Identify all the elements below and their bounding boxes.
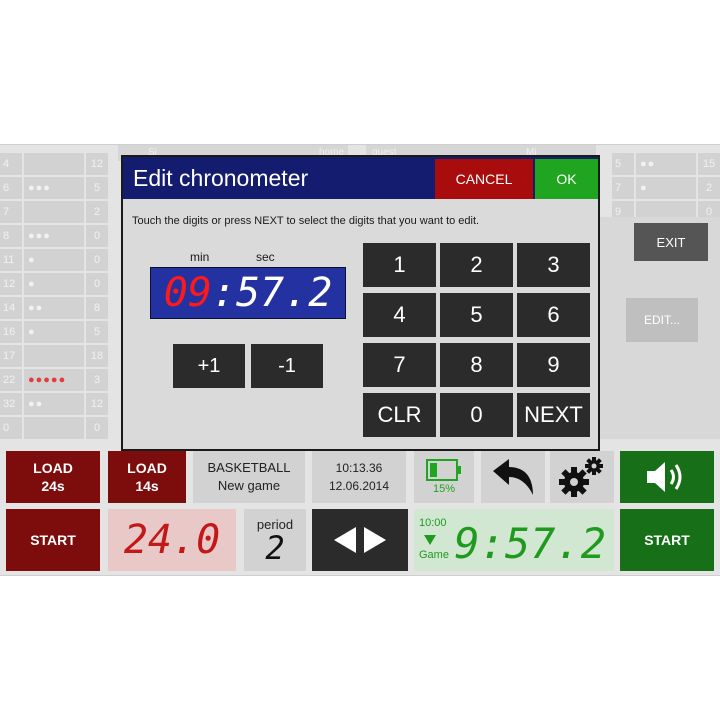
game-info[interactable]: BASKETBALL New game — [193, 451, 305, 503]
plus-one-button[interactable]: +1 — [173, 344, 245, 388]
edit-button[interactable]: EDIT... — [626, 298, 698, 342]
dialog-instruction: Touch the digits or press NEXT to select… — [132, 215, 480, 227]
cancel-button[interactable]: CANCEL — [435, 159, 533, 199]
battery-icon — [426, 459, 461, 481]
load-14s-button[interactable]: LOAD 14s — [108, 451, 186, 503]
datetime-display: 10:13.36 12.06.2014 — [312, 451, 406, 503]
game-clock-value: 9:57.2 — [454, 519, 606, 568]
home-player-list: 4 12 6 ●●● 5 72 8 ●●● 0 11 ● 0 12 ● 0 14 ●● 8 16 ● 5 … — [0, 153, 108, 441]
player-row[interactable]: 12 ● 0 — [0, 273, 108, 295]
key-3-button[interactable]: 3 — [517, 243, 590, 287]
scoreboard-screen: Si home guest Mi 4 12 6 ●●● 5 72 8 ●●● 0 11 ● 0 1… — [0, 144, 720, 576]
key-7-button[interactable]: 7 — [363, 343, 436, 387]
battery-status: 15% — [414, 451, 474, 503]
current-time: 10:13.36 — [335, 461, 383, 475]
arrows-left-right-icon — [334, 527, 386, 553]
player-row[interactable]: 32 ●● 12 — [0, 393, 108, 415]
undo-button[interactable] — [481, 451, 545, 503]
direction-toggle-button[interactable] — [312, 509, 408, 571]
chrono-minutes-digits[interactable]: 09 — [164, 273, 212, 313]
current-date: 12.06.2014 — [328, 479, 390, 493]
sec-label: sec — [256, 250, 275, 264]
triangle-down-icon — [424, 535, 436, 545]
start-shot-clock-button[interactable]: START — [6, 509, 100, 571]
game-clock-display[interactable]: 10:00 Game 9:57.2 — [414, 509, 614, 571]
game-label: Game — [419, 549, 449, 561]
key-2-button[interactable]: 2 — [440, 243, 513, 287]
player-row[interactable]: 8 ●●● 0 — [0, 225, 108, 247]
minus-one-button[interactable]: -1 — [251, 344, 323, 388]
shot-clock-value: 24.0 — [123, 517, 221, 563]
settings-button[interactable] — [550, 451, 614, 503]
clear-button[interactable]: CLR — [363, 393, 436, 437]
game-name: New game — [217, 478, 281, 493]
edit-chronometer-dialog: Edit chronometer CANCEL OK Touch the dig… — [121, 155, 600, 451]
key-5-button[interactable]: 5 — [440, 293, 513, 337]
speaker-icon — [647, 462, 682, 492]
player-row[interactable]: 7 ● 2 — [612, 177, 720, 199]
key-4-button[interactable]: 4 — [363, 293, 436, 337]
game-preset: 10:00 — [419, 517, 447, 529]
sport-label: BASKETBALL — [207, 460, 291, 475]
sound-button[interactable] — [620, 451, 714, 503]
exit-button[interactable]: EXIT — [634, 223, 708, 261]
player-row[interactable]: 16 ● 5 — [0, 321, 108, 343]
undo-arrow-icon — [493, 459, 533, 495]
guest-player-list: 5 ●● 15 7 ● 2 90 — [612, 153, 720, 225]
battery-percent: 15% — [432, 483, 456, 495]
player-row[interactable]: 14 ●● 8 — [0, 297, 108, 319]
min-label: min — [190, 250, 210, 264]
next-button[interactable]: NEXT — [517, 393, 590, 437]
chronometer-display[interactable]: 09:57.2 — [150, 267, 346, 319]
player-row[interactable]: 72 — [0, 201, 108, 223]
start-game-clock-button[interactable]: START — [620, 509, 714, 571]
ok-button[interactable]: OK — [535, 159, 598, 199]
key-1-button[interactable]: 1 — [363, 243, 436, 287]
gears-icon — [559, 457, 603, 497]
load-24s-button[interactable]: LOAD 24s — [6, 451, 100, 503]
period-display[interactable]: period 2 — [244, 509, 306, 571]
player-row[interactable]: 22 ●●●●● 3 — [0, 369, 108, 391]
player-row[interactable]: 4 12 — [0, 153, 108, 175]
player-row[interactable]: 17 18 — [0, 345, 108, 367]
key-0-button[interactable]: 0 — [440, 393, 513, 437]
chrono-seconds-digits[interactable]: :57.2 — [212, 273, 332, 313]
key-8-button[interactable]: 8 — [440, 343, 513, 387]
player-row[interactable]: 5 ●● 15 — [612, 153, 720, 175]
key-6-button[interactable]: 6 — [517, 293, 590, 337]
shot-clock-display[interactable]: 24.0 — [108, 509, 236, 571]
player-row[interactable]: 6 ●●● 5 — [0, 177, 108, 199]
player-row[interactable]: 11 ● 0 — [0, 249, 108, 271]
dialog-title: Edit chronometer — [133, 165, 309, 191]
player-row[interactable]: 00 — [0, 417, 108, 439]
key-9-button[interactable]: 9 — [517, 343, 590, 387]
period-value: 2 — [265, 528, 285, 567]
